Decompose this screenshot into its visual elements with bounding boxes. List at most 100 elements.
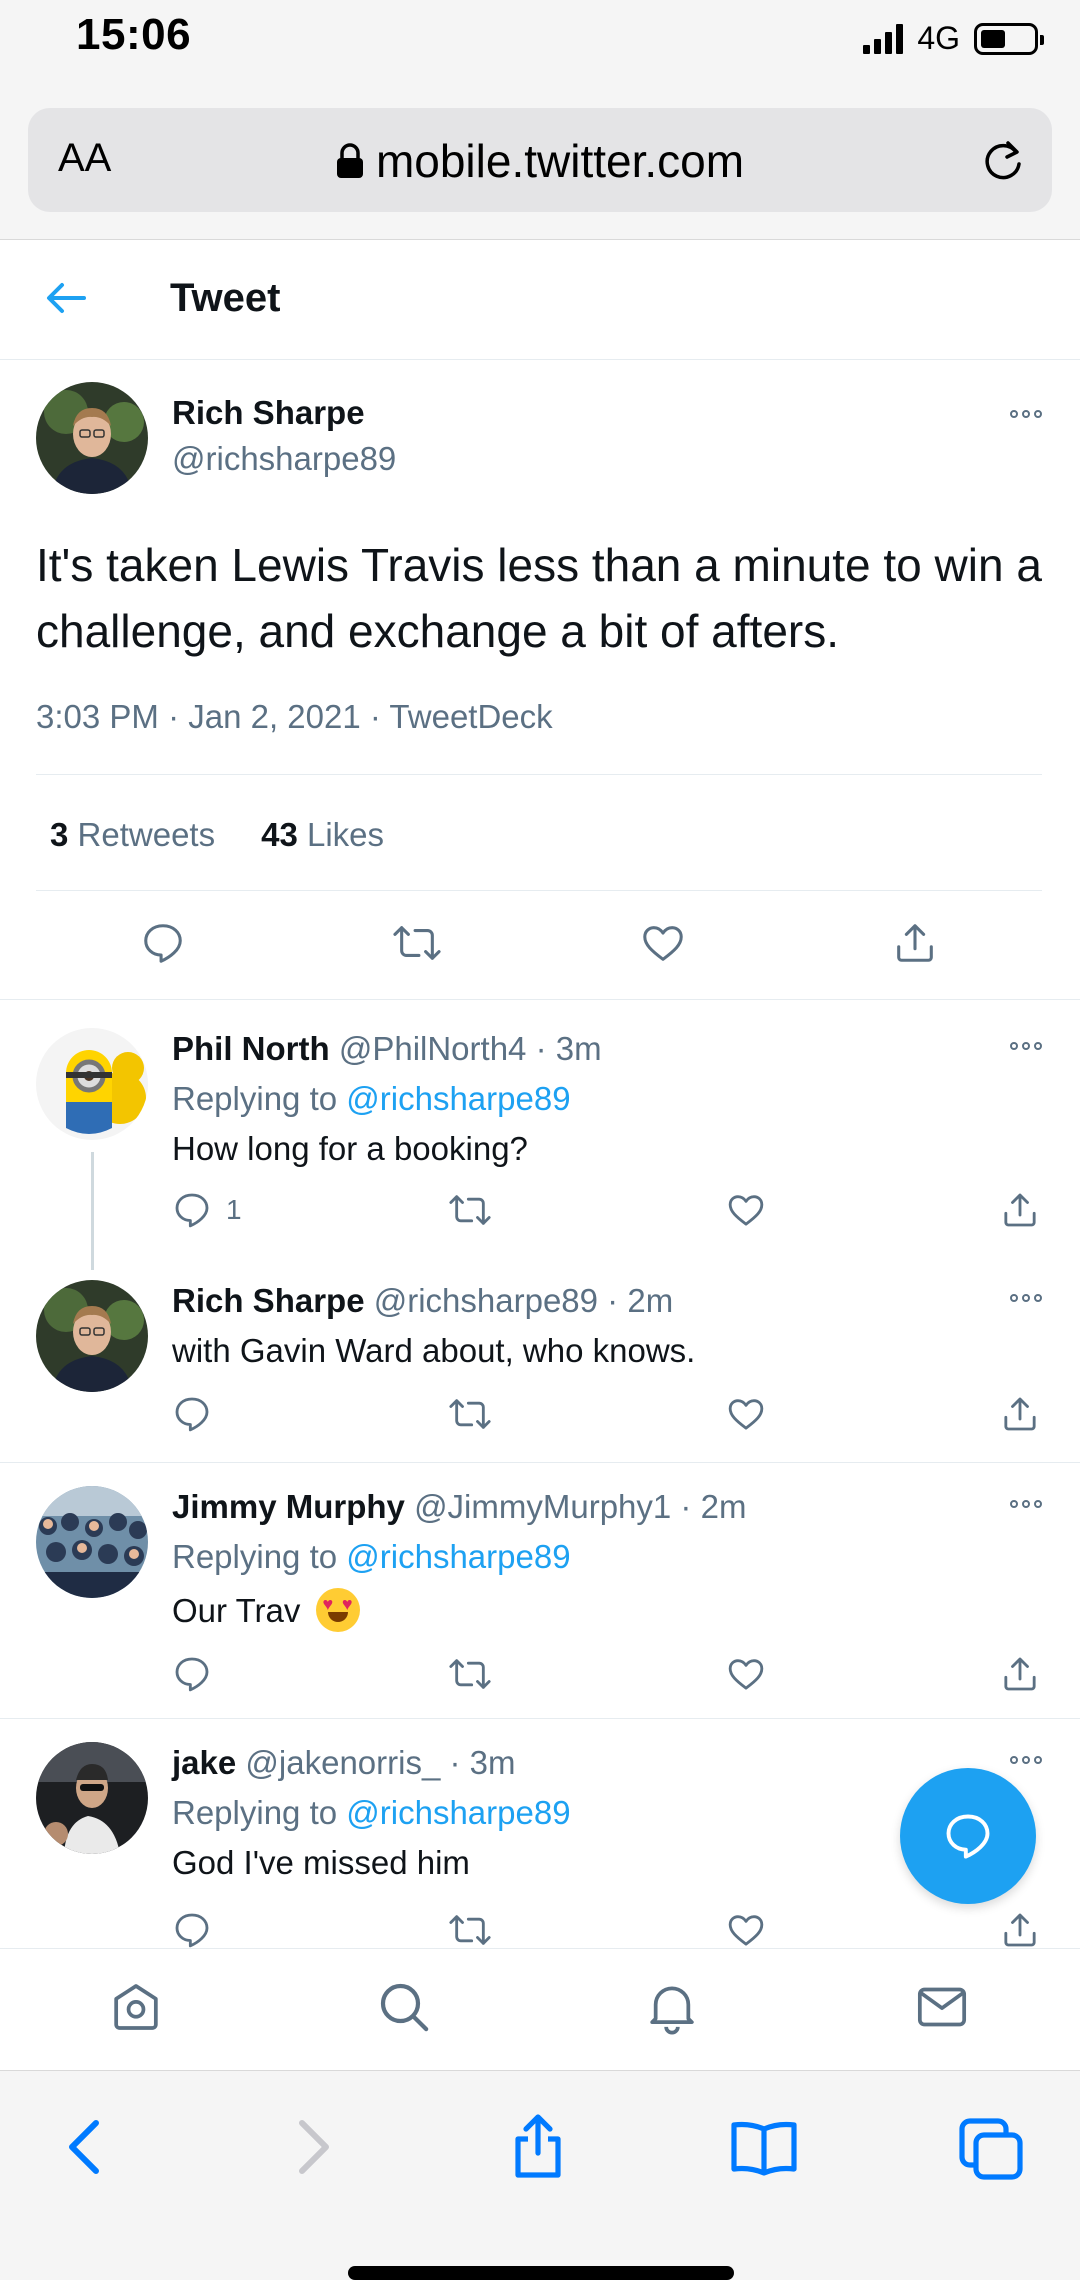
retweet-icon[interactable] [448, 1910, 492, 1948]
retweets-stat[interactable]: 3 Retweets [50, 816, 215, 854]
retweets-label: Retweets [77, 816, 216, 853]
avatar[interactable] [36, 1742, 148, 1854]
avatar[interactable] [36, 1486, 148, 1598]
more-options-icon[interactable] [1010, 1294, 1042, 1302]
like-icon[interactable] [640, 920, 686, 966]
reply-author-name[interactable]: Jimmy Murphy [172, 1488, 405, 1525]
tweet-stats: 3 Retweets 43 Likes [50, 816, 384, 854]
more-options-icon[interactable] [1010, 1756, 1042, 1764]
author-name[interactable]: Rich Sharpe [172, 394, 365, 432]
share-icon[interactable] [508, 2111, 568, 2181]
reply-text: Our Trav [172, 1592, 301, 1629]
like-icon[interactable] [726, 1394, 766, 1434]
lock-icon [336, 143, 364, 179]
twitter-bottom-nav [0, 1948, 1080, 2070]
reply-author-name[interactable]: jake [172, 1744, 236, 1781]
reply-text: with Gavin Ward about, who knows. [172, 1332, 696, 1369]
reply-author-line: Rich Sharpe @richsharpe89 · 2m [172, 1282, 673, 1320]
replying-to-label: Replying to [172, 1538, 347, 1575]
forward-icon[interactable] [292, 2117, 336, 2177]
address-bar[interactable]: AA mobile.twitter.com [28, 108, 1052, 212]
retweet-icon[interactable] [448, 1394, 492, 1434]
browser-toolbar [0, 2070, 1080, 2280]
likes-label: Likes [306, 816, 385, 853]
reply-author-handle[interactable]: @JimmyMurphy1 · 2m [414, 1488, 746, 1525]
browser-address-area: AA mobile.twitter.com [0, 80, 1080, 240]
notifications-icon[interactable] [644, 1979, 700, 2035]
reply-tweet[interactable]: Jimmy Murphy @JimmyMurphy1 · 2m Replying… [0, 1462, 1080, 1718]
likes-stat[interactable]: 43 Likes [261, 816, 384, 854]
replying-to-label: Replying to [172, 1080, 347, 1117]
page-title: Tweet [170, 276, 281, 320]
signal-icon [863, 23, 904, 54]
back-arrow-icon[interactable] [44, 280, 88, 316]
retweet-icon[interactable] [448, 1190, 492, 1230]
like-icon[interactable] [726, 1654, 766, 1694]
replying-to: Replying to @richsharpe89 [172, 1080, 571, 1118]
status-indicators: 4G [863, 20, 1044, 57]
replying-to-link[interactable]: @richsharpe89 [346, 1794, 570, 1831]
more-options-icon[interactable] [1010, 410, 1042, 418]
reply-author-line: jake @jakenorris_ · 3m [172, 1744, 515, 1782]
url-display[interactable]: mobile.twitter.com [28, 134, 1052, 188]
reply-count: 1 [226, 1194, 242, 1225]
reply-icon[interactable] [172, 1394, 212, 1434]
messages-icon[interactable] [914, 1979, 970, 2035]
reply-text-line: Our Trav [172, 1588, 360, 1632]
retweets-count: 3 [50, 816, 69, 853]
status-bar: 15:06 4G [0, 0, 1080, 80]
divider [36, 774, 1042, 775]
compose-reply-button[interactable] [900, 1768, 1036, 1904]
likes-count: 43 [261, 816, 298, 853]
replying-to-link[interactable]: @richsharpe89 [346, 1538, 570, 1575]
divider [36, 890, 1042, 891]
reply-author-line: Phil North @PhilNorth4 · 3m [172, 1030, 602, 1068]
search-icon[interactable] [376, 1979, 432, 2035]
reply-author-handle[interactable]: @PhilNorth4 · 3m [339, 1030, 602, 1067]
tweet-text: It's taken Lewis Travis less than a minu… [36, 539, 1042, 657]
back-icon[interactable] [62, 2117, 106, 2177]
reply-icon[interactable] [172, 1910, 212, 1948]
reply-author-handle[interactable]: @richsharpe89 · 2m [374, 1282, 673, 1319]
share-icon[interactable] [1000, 1910, 1040, 1948]
avatar[interactable] [36, 1280, 148, 1392]
retweet-icon[interactable] [392, 920, 442, 966]
reply-icon[interactable] [172, 1654, 212, 1694]
replying-to-label: Replying to [172, 1794, 347, 1831]
tabs-icon[interactable] [958, 2117, 1024, 2181]
reply-author-handle[interactable]: @jakenorris_ · 3m [245, 1744, 515, 1781]
share-icon[interactable] [1000, 1190, 1040, 1230]
reply-icon[interactable] [140, 920, 186, 966]
url-text: mobile.twitter.com [375, 135, 745, 187]
reply-author-name[interactable]: Phil North [172, 1030, 330, 1067]
share-icon[interactable] [1000, 1394, 1040, 1434]
home-icon[interactable] [108, 1979, 164, 2035]
battery-icon [974, 22, 1044, 55]
more-options-icon[interactable] [1010, 1500, 1042, 1508]
reply-tweet[interactable]: Phil North @PhilNorth4 · 3m Replying to … [0, 1000, 1080, 1270]
status-time: 15:06 [76, 10, 192, 59]
share-icon[interactable] [1000, 1654, 1040, 1694]
reply-text: God I've missed him [172, 1844, 470, 1881]
reply-icon[interactable]: 1 [172, 1190, 242, 1230]
more-options-icon[interactable] [1010, 1042, 1042, 1050]
share-icon[interactable] [892, 920, 938, 966]
author-handle[interactable]: @richsharpe89 [172, 440, 396, 478]
reply-tweet[interactable]: Rich Sharpe @richsharpe89 · 2m with Gavi… [0, 1248, 1080, 1462]
replying-to: Replying to @richsharpe89 [172, 1794, 571, 1832]
like-icon[interactable] [726, 1910, 766, 1948]
reply-author-name[interactable]: Rich Sharpe [172, 1282, 365, 1319]
avatar[interactable] [36, 382, 148, 494]
reload-icon[interactable] [980, 138, 1026, 184]
heart-eyes-emoji [315, 1588, 360, 1632]
bookmarks-icon[interactable] [728, 2117, 800, 2177]
avatar[interactable] [36, 1028, 148, 1140]
network-type: 4G [917, 20, 960, 56]
reply-icon [942, 1810, 994, 1862]
like-icon[interactable] [726, 1190, 766, 1230]
retweet-icon[interactable] [448, 1654, 492, 1694]
reply-text: How long for a booking? [172, 1130, 528, 1167]
tweet-header: Tweet [0, 240, 1080, 360]
replying-to-link[interactable]: @richsharpe89 [346, 1080, 570, 1117]
replying-to: Replying to @richsharpe89 [172, 1538, 571, 1576]
